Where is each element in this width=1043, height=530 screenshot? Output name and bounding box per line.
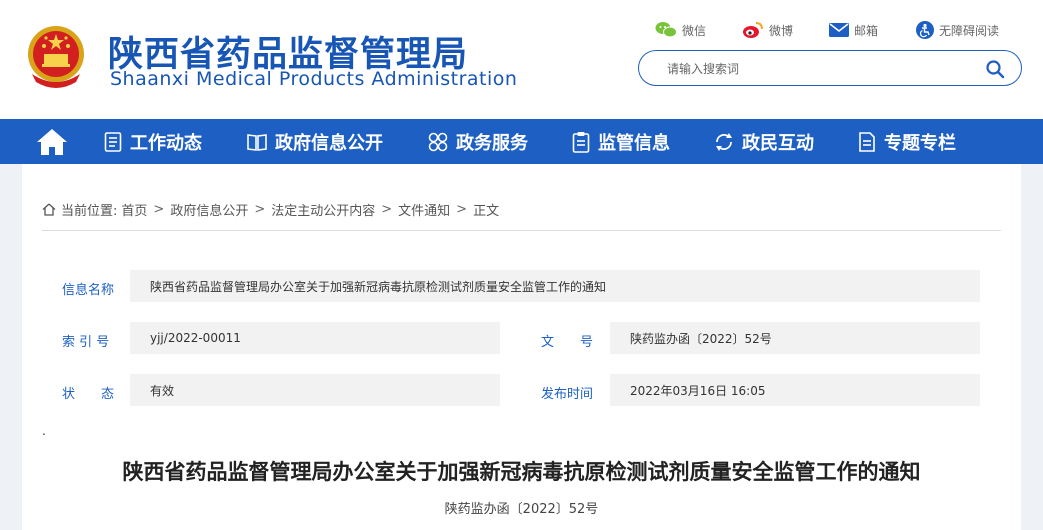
breadcrumb-separator: > — [153, 202, 165, 217]
wechat-label: 微信 — [682, 23, 707, 38]
breadcrumb: 当前位置: 首页 > 政府信息公开 > 法定主动公开内容 > 文件通知 > 正文 — [42, 200, 499, 219]
status-value: 有效 — [130, 374, 500, 406]
wechat-icon — [655, 22, 677, 38]
breadcrumb-item-home[interactable]: 首页 — [121, 200, 147, 219]
breadcrumb-divider — [42, 230, 1001, 231]
article-panel: 当前位置: 首页 > 政府信息公开 > 法定主动公开内容 > 文件通知 > 正文… — [22, 164, 1021, 530]
book-icon — [247, 133, 267, 151]
info-name-value: 陕西省药品监督管理局办公室关于加强新冠病毒抗原检测试剂质量安全监管工作的通知 — [130, 270, 980, 302]
breadcrumb-prefix: 当前位置: — [61, 204, 118, 219]
breadcrumb-separator: > — [254, 202, 266, 217]
nav-item-supervision[interactable]: 监管信息 — [572, 119, 670, 164]
breadcrumb-separator: > — [381, 202, 393, 217]
accessibility-icon — [916, 21, 934, 39]
interaction-icon — [716, 132, 732, 151]
breadcrumb-item-statutory[interactable]: 法定主动公开内容 — [271, 200, 375, 219]
document-title: 陕西省药品监督管理局办公室关于加强新冠病毒抗原检测试剂质量安全监管工作的通知 — [122, 460, 921, 484]
nav-item-label: 专题专栏 — [884, 132, 956, 154]
mail-link[interactable]: 邮箱 — [829, 20, 878, 40]
home-icon[interactable] — [36, 128, 68, 156]
index-number-value: yjj/2022-00011 — [130, 322, 500, 354]
document-number-value: 陕药监办函〔2022〕52号 — [610, 322, 980, 354]
publish-date-value: 2022年03月16日 16:05 — [610, 374, 980, 406]
search-input[interactable] — [667, 59, 967, 79]
stray-dot: . — [42, 424, 46, 438]
nav-item-gov-services[interactable]: 政务服务 — [428, 119, 528, 164]
info-name-label: 信息名称 — [62, 283, 115, 298]
clipboard-icon — [572, 131, 590, 153]
document-icon — [859, 131, 875, 152]
breadcrumb-separator: > — [456, 202, 468, 217]
search-icon[interactable] — [985, 59, 1005, 79]
weibo-link[interactable]: 微博 — [742, 20, 793, 40]
status-label: 状 态 — [62, 387, 115, 402]
breadcrumb-item-notices[interactable]: 文件通知 — [398, 200, 450, 219]
breadcrumb-item-gov-info[interactable]: 政府信息公开 — [170, 200, 248, 219]
nav-item-special-topics[interactable]: 专题专栏 — [858, 119, 956, 164]
list-icon — [104, 131, 122, 152]
wechat-link[interactable]: 微信 — [655, 20, 706, 40]
main-nav: 工作动态 政府信息公开 政务服务 监管信息 政民互动 专题专栏 — [0, 119, 1043, 164]
accessibility-label: 无障碍阅读 — [939, 23, 1000, 38]
site-subtitle: Shaanxi Medical Products Administration — [110, 68, 518, 90]
index-number-label: 索 引 号 — [62, 335, 110, 350]
accessibility-link[interactable]: 无障碍阅读 — [916, 20, 999, 40]
home-icon — [42, 203, 56, 216]
weibo-icon — [743, 22, 763, 38]
search-box — [638, 50, 1022, 86]
breadcrumb-item-current: 正文 — [473, 204, 500, 219]
nav-item-work-news[interactable]: 工作动态 — [104, 119, 202, 164]
nav-item-label: 工作动态 — [130, 132, 202, 154]
national-emblem-icon — [28, 26, 84, 88]
site-header: 陕西省药品监督管理局 Shaanxi Medical Products Admi… — [0, 0, 1043, 119]
nav-item-label: 监管信息 — [598, 132, 670, 154]
nav-item-gov-info[interactable]: 政府信息公开 — [247, 119, 383, 164]
nav-item-label: 政府信息公开 — [275, 132, 383, 154]
mail-label: 邮箱 — [854, 23, 879, 38]
nav-item-interaction[interactable]: 政民互动 — [714, 119, 814, 164]
nav-item-label: 政务服务 — [456, 132, 528, 154]
document-number-label: 文 号 — [541, 335, 594, 350]
weibo-label: 微博 — [769, 23, 794, 38]
mail-icon — [829, 23, 849, 37]
publish-date-label: 发布时间 — [541, 387, 594, 402]
circles-icon — [428, 132, 448, 151]
document-number-subtitle: 陕药监办函〔2022〕52号 — [444, 502, 599, 517]
nav-item-label: 政民互动 — [742, 132, 814, 154]
